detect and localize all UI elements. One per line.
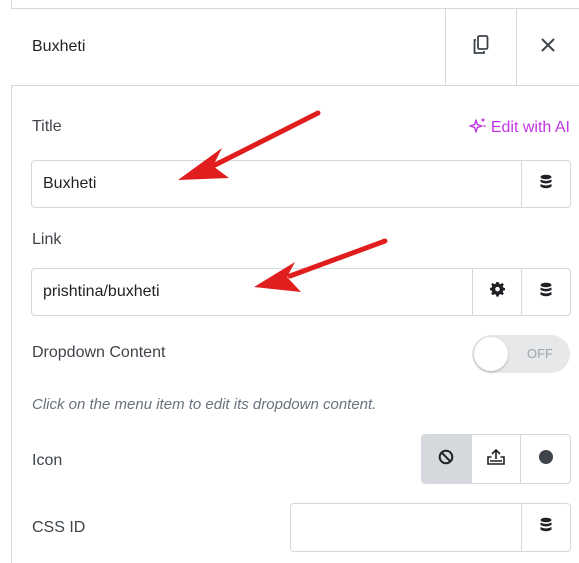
title-label: Title: [32, 118, 62, 135]
close-button[interactable]: [517, 9, 579, 85]
database-icon: [539, 517, 553, 538]
database-icon: [539, 282, 553, 303]
title-dynamic-tags-button[interactable]: [521, 161, 570, 207]
css-id-input[interactable]: [290, 503, 571, 552]
title-input[interactable]: Buxheti: [31, 160, 571, 208]
icon-option-none[interactable]: [422, 435, 471, 483]
dropdown-content-label: Dropdown Content: [32, 344, 166, 361]
css-id-input-value[interactable]: [291, 504, 521, 551]
none-icon: [438, 449, 454, 470]
icon-label: Icon: [32, 452, 63, 469]
panel-header: Buxheti: [11, 8, 579, 86]
link-dynamic-tags-button[interactable]: [521, 269, 570, 315]
copy-icon: [473, 34, 489, 60]
toggle-state-text: OFF: [527, 346, 553, 361]
icon-choose-group: [421, 434, 571, 484]
dropdown-help-text: Click on the menu item to edit its dropd…: [32, 396, 377, 413]
database-icon: [539, 174, 553, 195]
title-input-value[interactable]: Buxheti: [32, 161, 521, 207]
upload-icon: [486, 448, 506, 471]
css-id-label: CSS ID: [32, 519, 86, 536]
link-input[interactable]: prishtina/buxheti: [31, 268, 571, 316]
close-icon: [541, 37, 555, 57]
link-input-value[interactable]: prishtina/buxheti: [32, 269, 472, 315]
gear-icon: [489, 281, 505, 302]
icon-option-upload[interactable]: [470, 435, 521, 483]
edit-with-ai-label: Edit with AI: [490, 119, 570, 136]
link-options-button[interactable]: [472, 269, 521, 315]
css-id-dynamic-tags-button[interactable]: [521, 504, 570, 551]
circle-icon: [538, 449, 554, 470]
duplicate-button[interactable]: [446, 9, 516, 85]
header-title: Buxheti: [32, 38, 86, 55]
edit-with-ai-button[interactable]: Edit with AI: [469, 117, 570, 139]
sparkle-icon: [469, 117, 487, 139]
toggle-knob: [474, 337, 508, 371]
dropdown-content-toggle[interactable]: OFF: [472, 335, 570, 373]
link-label: Link: [32, 231, 62, 248]
icon-option-circle[interactable]: [520, 435, 570, 483]
